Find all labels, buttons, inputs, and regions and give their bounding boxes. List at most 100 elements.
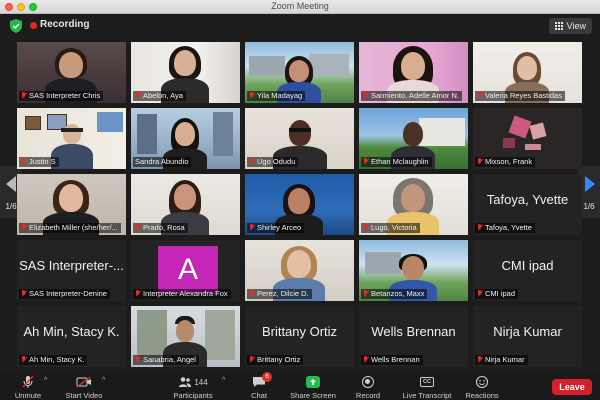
participant-tile[interactable]: Shirley Arceo: [245, 174, 354, 235]
participants-icon: [179, 377, 192, 387]
chat-unread-badge: 6: [262, 372, 272, 382]
leave-meeting-button[interactable]: Leave: [552, 379, 592, 395]
participant-display-name: Wells Brennan: [371, 324, 456, 339]
mic-muted-icon: [21, 356, 27, 364]
participant-tile[interactable]: Perez, Dilcie D.: [245, 240, 354, 301]
view-button[interactable]: View: [548, 18, 592, 34]
mic-muted-icon: [249, 158, 255, 166]
participant-display-name: Tafoya, Yvette: [486, 192, 569, 207]
participant-tile[interactable]: Wells Brennan Wells Brennan: [359, 306, 468, 367]
participant-tile[interactable]: Ethan Mclaughlin: [359, 108, 468, 169]
participant-display-name: Brittany Ortiz: [261, 324, 338, 339]
gallery-grid-icon: [554, 22, 563, 30]
participant-tile[interactable]: Betanzos, Maxx: [359, 240, 468, 301]
start-video-button[interactable]: Start Video: [62, 374, 106, 400]
mic-muted-icon: [21, 92, 27, 100]
mic-muted-icon: [477, 356, 483, 364]
participant-avatar: A: [158, 246, 218, 294]
participant-name-label: Mixson, Frank: [475, 157, 536, 167]
zoom-window: Zoom Meeting Recording View 1/6 1/6 SAS …: [0, 0, 600, 400]
mic-muted-icon: [21, 158, 27, 166]
mic-muted-icon: [249, 224, 255, 232]
participant-display-name: Ah Min, Stacy K.: [23, 324, 120, 339]
participant-tile[interactable]: SAS Interpreter-... SAS Interpreter-Deni…: [17, 240, 126, 301]
live-transcript-button[interactable]: CC Live Transcript: [396, 374, 458, 400]
participant-tile[interactable]: Nirja Kumar Nirja Kumar: [473, 306, 582, 367]
participant-name-label: CMI ipad: [475, 289, 519, 299]
unmute-button[interactable]: Unmute: [8, 374, 48, 400]
participant-tile[interactable]: Tafoya, Yvette Tafoya, Yvette: [473, 174, 582, 235]
reactions-button[interactable]: Reactions: [462, 374, 502, 400]
record-icon: [362, 376, 374, 388]
closed-caption-icon: CC: [420, 377, 434, 387]
participant-tile[interactable]: Sanabria, Angel: [131, 306, 240, 367]
mic-muted-icon: [249, 290, 255, 298]
audio-options-chevron-icon[interactable]: ^: [44, 377, 47, 384]
participant-name-label: Sandra Abundio: [133, 157, 192, 167]
participant-tile[interactable]: Prado, Rosa: [131, 174, 240, 235]
participant-tile[interactable]: Lugo, Victoria: [359, 174, 468, 235]
participants-button[interactable]: 144 Participants: [170, 374, 216, 400]
participant-tile[interactable]: Valeria Reyes Bastidas: [473, 42, 582, 103]
participants-options-chevron-icon[interactable]: ^: [222, 377, 225, 384]
recording-label: Recording: [40, 19, 90, 30]
participant-tile[interactable]: Ah Min, Stacy K. Ah Min, Stacy K.: [17, 306, 126, 367]
participant-tile[interactable]: Ugo Odudu: [245, 108, 354, 169]
mic-muted-icon: [363, 158, 369, 166]
gallery-grid: SAS Interpreter Chris Abelon, Aya Yila M…: [17, 42, 582, 368]
mic-muted-icon: [135, 356, 141, 364]
participant-tile[interactable]: Brittany Ortiz Brittany Ortiz: [245, 306, 354, 367]
participant-tile-active-speaker[interactable]: Sandra Abundio: [131, 108, 240, 169]
share-screen-button[interactable]: Share Screen: [288, 374, 338, 400]
participant-name-label: SAS Interpreter-Denine: [19, 289, 110, 299]
smiley-reaction-icon: [475, 375, 489, 389]
meeting-toolbar: Unmute ^ Start Video ^ 144 Participants …: [0, 372, 600, 400]
mic-muted-icon: [22, 375, 34, 388]
participant-name-label: Ethan Mclaughlin: [361, 157, 432, 167]
participant-name-label: Sarmiento, Adelle Amor N.: [361, 91, 462, 101]
chat-button[interactable]: 6 Chat: [242, 372, 276, 400]
mic-muted-icon: [363, 290, 369, 298]
participant-tile[interactable]: Sarmiento, Adelle Amor N.: [359, 42, 468, 103]
participant-name-label: Elizabeth Miller (she/her/...: [19, 223, 121, 233]
mic-muted-icon: [363, 92, 369, 100]
participant-name-label: Nirja Kumar: [475, 355, 528, 365]
participant-name-label: Yila Madayag: [247, 91, 306, 101]
participant-display-name: CMI ipad: [501, 258, 554, 273]
mic-muted-icon: [135, 290, 141, 298]
participant-name-label: Valeria Reyes Bastidas: [475, 91, 565, 101]
participant-name-label: Brittany Ortiz: [247, 355, 304, 365]
mic-muted-icon: [477, 290, 483, 298]
video-options-chevron-icon[interactable]: ^: [102, 377, 105, 384]
participant-tile[interactable]: Mixson, Frank: [473, 108, 582, 169]
participant-tile[interactable]: Justin S: [17, 108, 126, 169]
participant-name-label: Sanabria, Angel: [133, 355, 199, 365]
participant-tile[interactable]: A Interpreter Alexandra Fox: [131, 240, 240, 301]
mic-muted-icon: [249, 92, 255, 100]
participant-tile[interactable]: Elizabeth Miller (she/her/...: [17, 174, 126, 235]
meeting-topbar: Recording View: [0, 14, 600, 38]
participant-tile[interactable]: SAS Interpreter Chris: [17, 42, 126, 103]
view-label: View: [566, 21, 586, 31]
mic-muted-icon: [249, 356, 255, 364]
participant-name-label: SAS Interpreter Chris: [19, 91, 104, 101]
mic-muted-icon: [363, 356, 369, 364]
mic-muted-icon: [477, 92, 483, 100]
participant-name-label: Ah Min, Stacy K.: [19, 355, 88, 365]
security-shield-icon[interactable]: [10, 19, 22, 33]
participant-tile[interactable]: Yila Madayag: [245, 42, 354, 103]
left-arrow-icon: [6, 176, 16, 192]
participant-name-label: Interpreter Alexandra Fox: [133, 289, 231, 299]
participant-name-label: Prado, Rosa: [133, 223, 188, 233]
share-screen-icon: [306, 376, 320, 388]
video-off-icon: [76, 376, 91, 388]
participants-count: 144: [194, 377, 208, 387]
participant-name-label: Perez, Dilcie D.: [247, 289, 312, 299]
record-button[interactable]: Record: [352, 374, 384, 400]
participant-tile[interactable]: Abelon, Aya: [131, 42, 240, 103]
participant-display-name: Nirja Kumar: [493, 324, 562, 339]
title-bar: Zoom Meeting: [0, 0, 600, 14]
mic-muted-icon: [477, 158, 483, 166]
right-arrow-icon: [585, 176, 595, 192]
participant-tile[interactable]: CMI ipad CMI ipad: [473, 240, 582, 301]
